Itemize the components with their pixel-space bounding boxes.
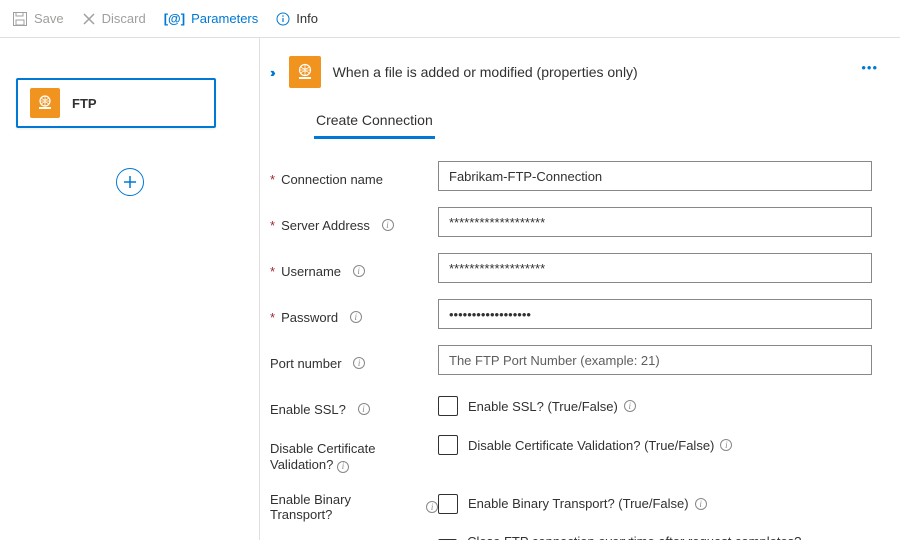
tab-row: Create Connection: [314, 106, 872, 139]
add-step-button[interactable]: [116, 168, 144, 196]
disable-cert-checkbox[interactable]: [438, 435, 458, 455]
parameters-icon: [@]: [164, 11, 185, 26]
discard-label: Discard: [102, 11, 146, 26]
connection-name-label: *Connection name: [270, 166, 438, 187]
enable-ssl-label: Enable SSL? i: [270, 396, 438, 417]
more-menu[interactable]: •••: [861, 60, 878, 75]
info-icon[interactable]: i: [350, 311, 362, 323]
disable-cert-label: Disable Certificate Validation? i: [270, 435, 438, 474]
info-icon[interactable]: i: [720, 439, 732, 451]
info-icon[interactable]: i: [358, 403, 370, 415]
close-conn-label: Close connection after request completio…: [270, 534, 438, 540]
enable-ssl-text: Enable SSL? (True/False)i: [468, 399, 636, 414]
plus-icon: [123, 175, 137, 189]
info-icon: [276, 12, 290, 26]
enable-binary-checkbox[interactable]: [438, 494, 458, 514]
close-conn-text: Close FTP connection everytime after req…: [467, 534, 872, 540]
server-address-input[interactable]: [438, 207, 872, 237]
username-input[interactable]: [438, 253, 872, 283]
parameters-label: Parameters: [191, 11, 258, 26]
server-address-label: *Server Address i: [270, 212, 438, 233]
password-label: *Password i: [270, 304, 438, 325]
trigger-node-ftp[interactable]: FTP: [16, 78, 216, 128]
connector-icon: [289, 56, 321, 88]
sidebar: FTP: [0, 38, 260, 540]
collapse-button[interactable]: ››: [270, 65, 277, 80]
save-label: Save: [34, 11, 64, 26]
enable-binary-text: Enable Binary Transport? (True/False)i: [468, 496, 707, 511]
connection-name-input[interactable]: [438, 161, 872, 191]
panel-title: When a file is added or modified (proper…: [333, 64, 638, 80]
discard-button: Discard: [82, 11, 146, 26]
node-label: FTP: [72, 96, 97, 111]
info-icon[interactable]: i: [337, 461, 349, 473]
info-icon[interactable]: i: [695, 498, 707, 510]
detail-panel: ••• ›› When a file is added or modified …: [260, 38, 900, 540]
username-label: *Username i: [270, 258, 438, 279]
save-button: Save: [12, 11, 64, 27]
info-icon[interactable]: i: [382, 219, 394, 231]
info-icon[interactable]: i: [353, 357, 365, 369]
info-button[interactable]: Info: [276, 11, 318, 26]
info-icon[interactable]: i: [353, 265, 365, 277]
info-icon[interactable]: i: [426, 501, 438, 513]
enable-ssl-checkbox[interactable]: [438, 396, 458, 416]
enable-binary-label: Enable Binary Transport? i: [270, 486, 438, 522]
save-icon: [12, 11, 28, 27]
info-icon[interactable]: i: [624, 400, 636, 412]
port-input[interactable]: [438, 345, 872, 375]
info-label: Info: [296, 11, 318, 26]
x-icon: [82, 12, 96, 26]
create-connection-form: *Connection name *Server Address i *User…: [270, 159, 872, 540]
password-input[interactable]: [438, 299, 872, 329]
toolbar: Save Discard [@] Parameters Info: [0, 0, 900, 38]
port-label: Port number i: [270, 350, 438, 371]
tab-create-connection[interactable]: Create Connection: [314, 106, 435, 139]
parameters-button[interactable]: [@] Parameters: [164, 11, 259, 26]
disable-cert-text: Disable Certificate Validation? (True/Fa…: [468, 438, 732, 453]
ftp-icon: [30, 88, 60, 118]
